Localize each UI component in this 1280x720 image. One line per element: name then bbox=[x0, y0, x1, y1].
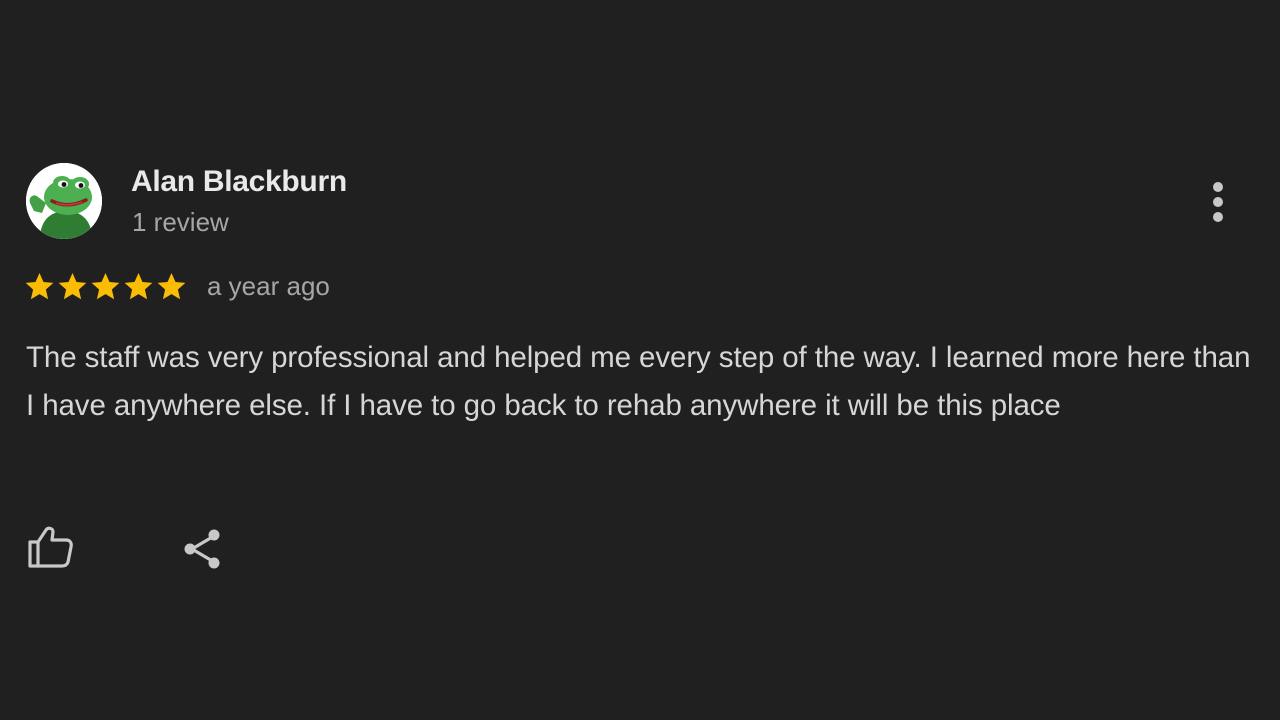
star-icon bbox=[123, 271, 154, 302]
rating-row: a year ago bbox=[24, 266, 330, 306]
more-vert-icon-dot bbox=[1213, 197, 1223, 207]
thumbs-up-icon bbox=[28, 526, 73, 568]
frog-avatar-icon bbox=[26, 163, 102, 239]
star-icon bbox=[156, 271, 187, 302]
star-icon bbox=[57, 271, 88, 302]
star-rating bbox=[24, 271, 187, 302]
review-text: The staff was very professional and help… bbox=[26, 341, 1251, 422]
star-icon bbox=[24, 271, 55, 302]
avatar[interactable] bbox=[26, 163, 102, 239]
review-card: Alan Blackburn 1 review a year ago The s… bbox=[0, 0, 1280, 720]
author-name[interactable]: Alan Blackburn bbox=[131, 165, 347, 199]
share-button[interactable] bbox=[180, 526, 226, 572]
star-icon bbox=[90, 271, 121, 302]
share-icon bbox=[184, 529, 220, 569]
author-review-count[interactable]: 1 review bbox=[132, 207, 229, 238]
review-date: a year ago bbox=[207, 270, 330, 301]
more-options-button[interactable] bbox=[1198, 176, 1238, 228]
more-vert-icon bbox=[1213, 182, 1223, 192]
like-button[interactable] bbox=[26, 524, 76, 570]
more-vert-icon-dot bbox=[1213, 212, 1223, 222]
